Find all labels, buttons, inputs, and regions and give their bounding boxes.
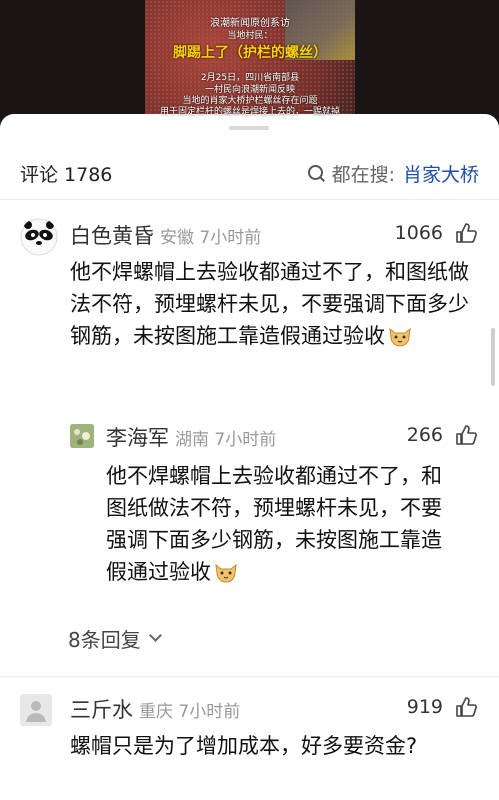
- author-meta: 重庆 7小时前: [139, 702, 241, 722]
- like-count: 919: [406, 696, 443, 718]
- reply-body: 他不焊螺帽上去验收都通过不了，和图纸做法不符，预埋螺杆未见，不要强调下面多少钢筋…: [106, 464, 442, 584]
- avatar[interactable]: [20, 694, 52, 726]
- like-count: 1066: [394, 222, 443, 244]
- sheet-grabber[interactable]: [229, 126, 269, 130]
- avatar[interactable]: [20, 218, 58, 256]
- reply-author[interactable]: 李海军 湖南 7小时前: [106, 422, 276, 452]
- more-replies-button[interactable]: 8条回复: [68, 624, 162, 653]
- thumbs-up-icon[interactable]: [455, 222, 477, 244]
- comment-header: 评论 1786 都在搜: 肖家大桥: [0, 156, 499, 192]
- cat-face-emoji: [213, 560, 239, 583]
- search-icon: [306, 164, 326, 184]
- comment-author[interactable]: 三斤水 重庆 7小时前: [70, 694, 240, 724]
- video-headline: 脚踢上了（护栏的螺丝）: [173, 45, 327, 61]
- video-caption-line2: 当地村民：: [227, 31, 273, 41]
- comment-text: 他不焊螺帽上去验收都通过不了，和图纸做法不符，预埋螺杆未见，不要强调下面多少钢筋…: [70, 256, 470, 352]
- reply-text: 他不焊螺帽上去验收都通过不了，和图纸做法不符，预埋螺杆未见，不要强调下面多少钢筋…: [106, 460, 456, 588]
- comment-author[interactable]: 白色黄昏 安徽 7小时前: [70, 220, 261, 250]
- author-name[interactable]: 李海军: [106, 426, 169, 450]
- search-term-link[interactable]: 肖家大桥: [403, 160, 479, 187]
- more-replies-label[interactable]: 8条回复: [68, 624, 141, 653]
- scrollbar[interactable]: [491, 328, 495, 386]
- thumbs-up-icon[interactable]: [455, 424, 477, 446]
- cat-face-emoji: [387, 324, 413, 347]
- video-caption-line7: 用于固定栏杆的螺丝是焊接上去的，一踢就掉: [159, 107, 340, 117]
- divider: [0, 199, 499, 200]
- comment-sheet: 评论 1786 都在搜: 肖家大桥 白色黄昏 安徽 7小时前 1066 他不焊螺…: [0, 114, 499, 800]
- avatar[interactable]: [70, 424, 94, 448]
- author-name[interactable]: 白色黄昏: [70, 224, 154, 248]
- comment-text: 螺帽只是为了增加成本，好多要资金?: [70, 734, 418, 758]
- video-frame[interactable]: 浪潮新闻原创系访 当地村民： 脚踢上了（护栏的螺丝） 2月25日，四川省南部县 …: [145, 0, 355, 125]
- author-name[interactable]: 三斤水: [70, 698, 133, 722]
- divider: [0, 676, 499, 677]
- video-background: 浪潮新闻原创系访 当地村民： 脚踢上了（护栏的螺丝） 2月25日，四川省南部县 …: [0, 0, 499, 125]
- thumbs-up-icon[interactable]: [455, 696, 477, 718]
- comment-count: 评论 1786: [20, 164, 113, 186]
- author-meta: 安徽 7小时前: [160, 228, 262, 248]
- video-caption-line1: 浪潮新闻原创系访: [210, 18, 290, 29]
- search-prefix: 都在搜:: [331, 164, 395, 186]
- trending-search[interactable]: 都在搜: 肖家大桥: [306, 160, 479, 187]
- author-meta: 湖南 7小时前: [175, 430, 277, 450]
- chevron-down-icon: [148, 629, 162, 642]
- like-count: 266: [406, 424, 443, 446]
